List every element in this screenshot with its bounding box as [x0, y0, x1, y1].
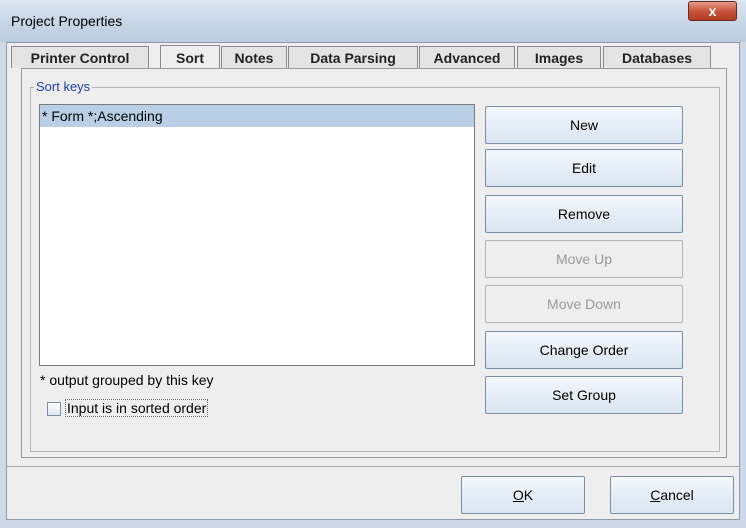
cancel-mnemonic: C: [650, 487, 661, 503]
cancel-button[interactable]: Cancel: [610, 476, 734, 514]
list-item[interactable]: * Form *;Ascending: [40, 105, 474, 127]
new-button[interactable]: New: [485, 106, 683, 144]
sort-keys-group-label: Sort keys: [34, 79, 93, 94]
tab-data-parsing[interactable]: Data Parsing: [288, 46, 418, 68]
tab-sort[interactable]: Sort: [160, 45, 220, 69]
ok-button[interactable]: OK: [461, 476, 585, 514]
cancel-label-rest: ancel: [660, 487, 694, 503]
close-button[interactable]: x: [688, 1, 737, 21]
tab-printer-control[interactable]: Printer Control: [11, 46, 149, 68]
sorted-input-checkbox-label[interactable]: Input is in sorted order: [65, 399, 209, 417]
title-bar[interactable]: Project Properties x: [0, 0, 746, 42]
tab-notes[interactable]: Notes: [221, 46, 287, 68]
edit-button[interactable]: Edit: [485, 149, 683, 187]
change-order-button[interactable]: Change Order: [485, 331, 683, 369]
sort-keys-list[interactable]: * Form *;Ascending: [39, 104, 475, 366]
sorted-input-checkbox[interactable]: [47, 402, 61, 416]
tab-databases[interactable]: Databases: [603, 46, 711, 68]
project-properties-dialog: Project Properties x Printer Control Sor…: [0, 0, 746, 528]
set-group-button[interactable]: Set Group: [485, 376, 683, 414]
window-title: Project Properties: [11, 13, 123, 29]
ok-mnemonic: O: [512, 487, 524, 503]
tab-images[interactable]: Images: [517, 46, 601, 68]
move-up-button[interactable]: Move Up: [485, 240, 683, 278]
remove-button[interactable]: Remove: [485, 195, 683, 233]
ok-label-rest: K: [523, 487, 534, 503]
footer-divider: [6, 466, 740, 467]
tab-advanced[interactable]: Advanced: [419, 46, 515, 68]
move-down-button[interactable]: Move Down: [485, 285, 683, 323]
grouping-note: * output grouped by this key: [40, 372, 214, 388]
